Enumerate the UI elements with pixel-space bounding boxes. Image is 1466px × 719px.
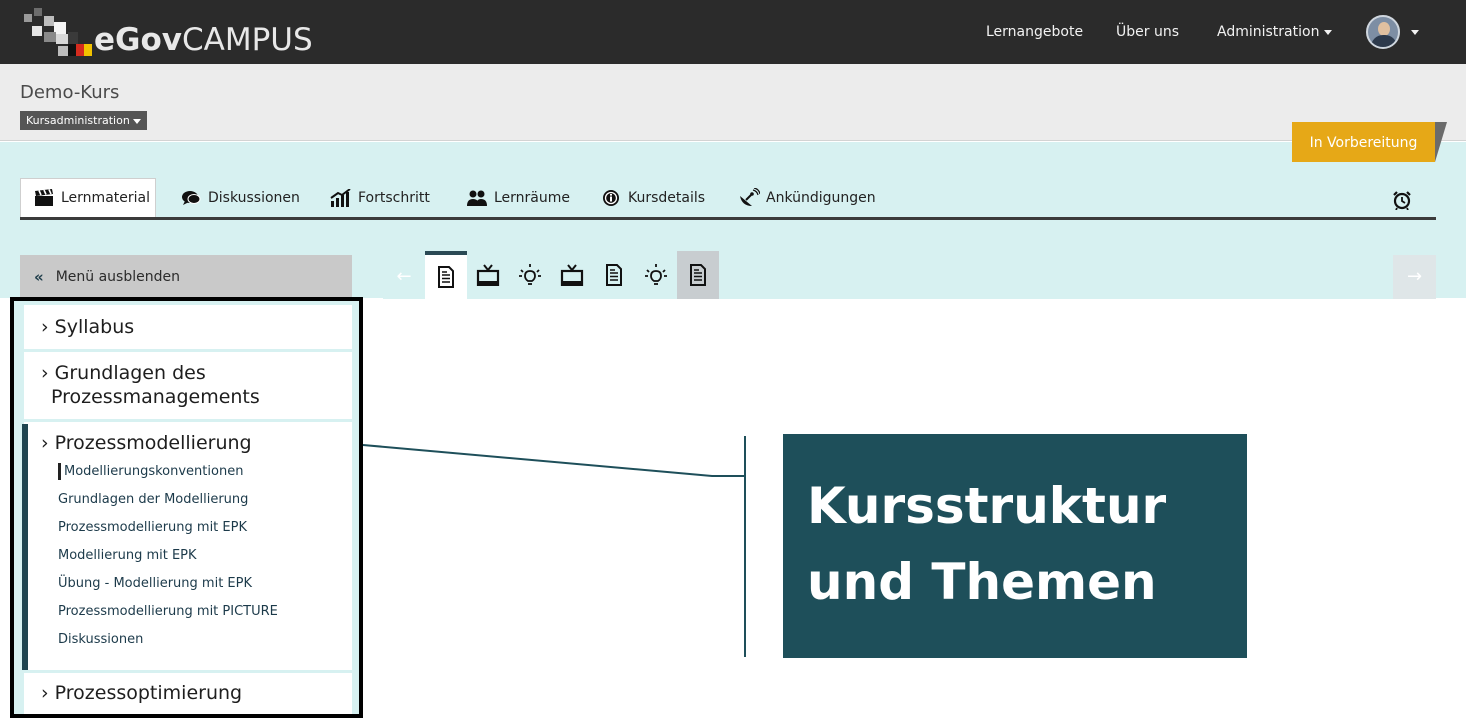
unit-video[interactable] (551, 251, 593, 299)
subitem-prozessmodellierung-mit-picture[interactable]: Prozessmodellierung mit PICTURE (58, 603, 278, 621)
alarm-clock-icon[interactable] (1392, 190, 1412, 211)
chevron-down-icon (1324, 29, 1333, 35)
course-tabs: Lernmaterial Diskussionen Fortschritt Le… (20, 178, 1436, 220)
nav-lernangebote-label: Lernangebote (986, 24, 1084, 40)
course-structure-sidebar: › Syllabus › Grundlagen des Prozessmanag… (10, 297, 363, 718)
kursadministration-label: Kursadministration (26, 114, 130, 127)
course-title: Demo-Kurs (20, 82, 120, 103)
tab-label: Diskussionen (208, 189, 300, 206)
unit-document[interactable] (593, 251, 635, 299)
nav-ueber-uns[interactable]: Über uns (1116, 0, 1179, 64)
speech-bubble-icon (180, 190, 202, 206)
tab-lernmaterial[interactable]: Lernmaterial (20, 178, 156, 217)
logo-mosaic-icon (24, 8, 92, 58)
tab-lernraeume[interactable]: Lernräume (466, 178, 570, 217)
tab-label: Fortschritt (358, 189, 430, 206)
info-icon (600, 189, 622, 207)
nav-administration-dropdown[interactable]: Administration (1217, 0, 1333, 64)
document-icon (606, 264, 622, 286)
annotation-callout: Kursstruktur und Themen (783, 434, 1247, 658)
subitem-prozessmodellierung-mit-epk[interactable]: Prozessmodellierung mit EPK (58, 519, 247, 537)
nav-administration-label: Administration (1217, 24, 1320, 40)
menu-section-prozessmodellierung[interactable]: › Prozessmodellierung Modellierungskonve… (24, 422, 352, 670)
tv-icon (560, 264, 584, 286)
nav-ueber-uns-label: Über uns (1116, 24, 1179, 40)
tv-icon (476, 264, 500, 286)
menu-section-syllabus[interactable]: › Syllabus (24, 305, 352, 349)
user-avatar-icon[interactable] (1366, 15, 1400, 49)
kursadministration-dropdown[interactable]: Kursadministration (20, 111, 147, 130)
course-header (0, 64, 1466, 141)
unit-document[interactable] (425, 251, 467, 299)
annotation-text: Kursstruktur und Themen (807, 468, 1166, 620)
subitem-modellierungskonventionen[interactable]: Modellierungskonventionen (64, 463, 243, 481)
logo-text: eGovCAMPUS (94, 22, 313, 58)
menu-section-title: › Grundlagen des (41, 362, 206, 384)
people-icon (466, 190, 488, 206)
nav-lernangebote[interactable]: Lernangebote (986, 0, 1083, 64)
status-badge-flag (1435, 122, 1447, 162)
next-unit-button[interactable]: → (1393, 255, 1436, 299)
menu-toggle-label: Menü ausblenden (55, 269, 180, 285)
clapperboard-icon (33, 189, 55, 207)
lightbulb-icon (519, 264, 541, 285)
lightbulb-icon (645, 264, 667, 285)
subitem-uebung-modellierung-mit-epk[interactable]: Übung - Modellierung mit EPK (58, 575, 252, 593)
annotation-line2: und Themen (807, 553, 1157, 611)
double-chevron-left-icon: « (34, 268, 44, 286)
annotation-line1: Kursstruktur (807, 477, 1167, 535)
subitem-diskussionen[interactable]: Diskussionen (58, 631, 143, 649)
tab-label: Kursdetails (628, 189, 706, 206)
unit-document[interactable] (677, 251, 719, 299)
subitem-grundlagen-der-modellierung[interactable]: Grundlagen der Modellierung (58, 491, 248, 509)
tab-label: Lernmaterial (61, 190, 150, 206)
menu-section-title-line2: Prozessmanagements (51, 386, 260, 408)
previous-unit-button[interactable]: ← (383, 255, 425, 299)
satellite-icon (738, 187, 760, 208)
document-icon (690, 264, 706, 286)
menu-section-title: › Syllabus (41, 316, 135, 338)
menu-section-title: › Prozessoptimierung (41, 682, 243, 704)
subitem-modellierung-mit-epk[interactable]: Modellierung mit EPK (58, 547, 197, 565)
active-section-bar (22, 424, 28, 670)
unit-video[interactable] (467, 251, 509, 299)
unit-idea[interactable] (509, 251, 551, 299)
tab-kursdetails[interactable]: Kursdetails (600, 178, 705, 217)
chevron-down-icon (132, 118, 141, 124)
menu-section-title: › Prozessmodellierung (41, 432, 252, 454)
tab-ankuendigungen[interactable]: Ankündigungen (738, 178, 876, 217)
tab-diskussionen[interactable]: Diskussionen (180, 178, 300, 217)
active-subitem-marker (58, 463, 61, 480)
menu-section-prozessoptimierung[interactable]: › Prozessoptimierung (24, 673, 352, 714)
menu-section-grundlagen[interactable]: › Grundlagen des Prozessmanagements (24, 352, 352, 419)
tab-label: Ankündigungen (766, 189, 876, 206)
unit-idea[interactable] (635, 251, 677, 299)
tab-fortschritt[interactable]: Fortschritt (330, 178, 430, 217)
menu-toggle-button[interactable]: « Menü ausblenden (20, 255, 352, 299)
chart-icon (330, 188, 352, 207)
chevron-down-icon[interactable] (1411, 30, 1419, 35)
tab-label: Lernräume (494, 189, 571, 206)
egovcampus-logo[interactable]: eGovCAMPUS (24, 8, 324, 58)
status-badge: In Vorbereitung (1292, 122, 1435, 162)
document-icon (438, 266, 454, 288)
